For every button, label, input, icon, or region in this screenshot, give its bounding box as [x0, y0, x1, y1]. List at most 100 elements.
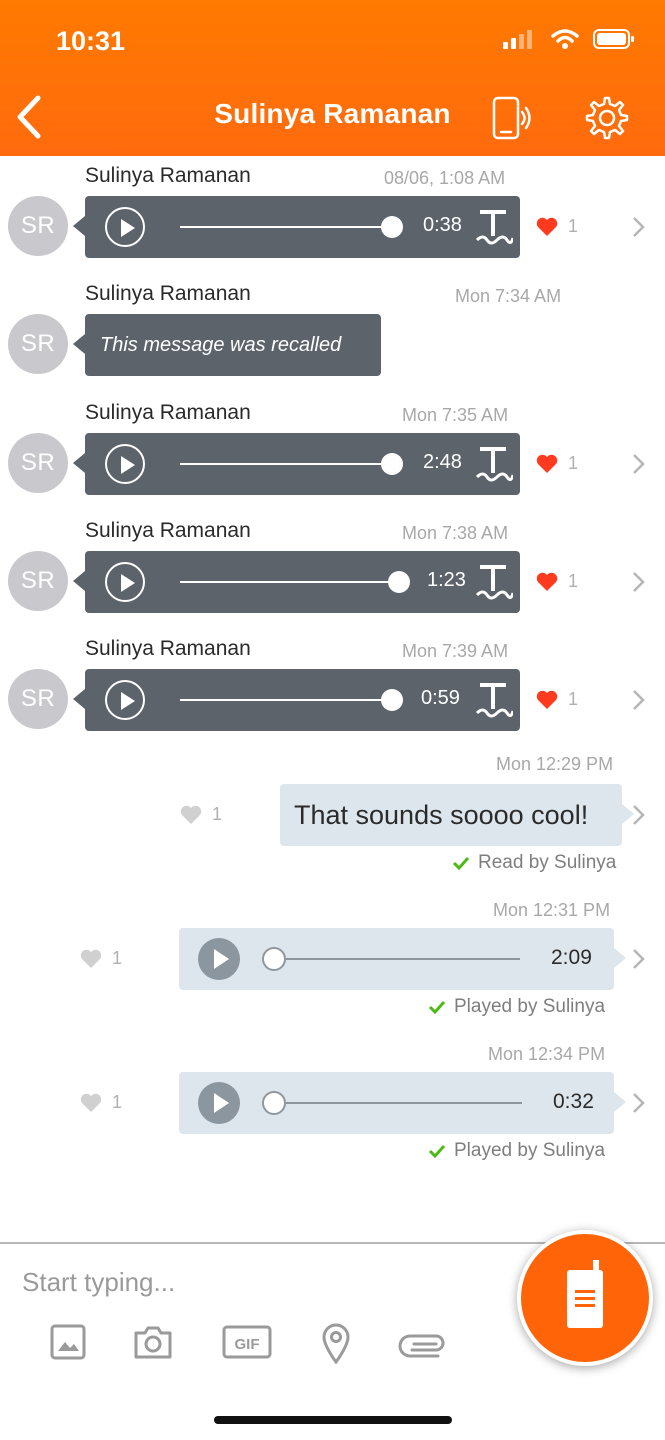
voice-message-bubble[interactable]: 0:38	[73, 196, 520, 258]
voice-message-bubble[interactable]: 0:59	[73, 669, 520, 731]
like-button[interactable]: 1	[536, 689, 578, 710]
sender-name: Sulinya Ramanan	[85, 401, 251, 424]
like-button[interactable]: 1	[80, 948, 122, 969]
chevron-right-icon[interactable]	[632, 948, 646, 970]
transcribe-icon[interactable]	[475, 563, 513, 603]
transcribe-icon[interactable]	[475, 445, 513, 485]
walkie-talkie-button[interactable]	[517, 1230, 653, 1366]
gif-icon[interactable]: GIF	[222, 1324, 272, 1360]
camera-icon[interactable]	[133, 1324, 173, 1360]
chevron-right-icon[interactable]	[632, 571, 646, 593]
message-text: That sounds soooo cool!	[294, 800, 589, 830]
phone-ringer-icon[interactable]	[490, 96, 534, 142]
playback-track[interactable]	[286, 1102, 522, 1104]
play-button[interactable]	[198, 938, 240, 980]
message-timestamp: Mon 12:29 PM	[496, 754, 614, 774]
voice-duration: 1:23	[427, 569, 466, 591]
playback-track[interactable]	[180, 699, 392, 701]
played-receipt: Played by Sulinya	[428, 1140, 605, 1162]
playback-knob[interactable]	[262, 1091, 286, 1115]
heart-outline-icon	[180, 805, 202, 824]
like-button[interactable]: 1	[536, 571, 578, 592]
text-message-bubble[interactable]: That sounds soooo cool!	[280, 784, 634, 846]
heart-icon	[536, 690, 558, 709]
message-incoming-voice: Sulinya Ramanan 08/06, 1:08 AM SR 0:38 1	[0, 160, 665, 260]
avatar[interactable]: SR	[8, 314, 68, 374]
voice-duration: 0:32	[553, 1090, 594, 1113]
like-button[interactable]: 1	[180, 804, 222, 825]
voice-message-bubble[interactable]: 1:23	[73, 551, 520, 613]
avatar[interactable]: SR	[8, 433, 68, 493]
voice-message-bubble[interactable]: 2:09	[179, 928, 626, 990]
message-incoming-voice: Sulinya Ramanan Mon 7:39 AM SR 0:59 1	[0, 633, 665, 733]
playback-track[interactable]	[180, 226, 392, 228]
play-button[interactable]	[105, 562, 145, 602]
playback-knob[interactable]	[262, 947, 286, 971]
playback-knob[interactable]	[388, 571, 410, 593]
voice-duration: 2:48	[423, 451, 462, 473]
page-title: Sulinya Ramanan	[214, 98, 451, 129]
heart-outline-icon	[80, 949, 102, 968]
avatar[interactable]: SR	[8, 669, 68, 729]
message-outgoing-voice: Mon 12:34 PM 1 0:32 Played by Sulinya	[0, 1040, 665, 1170]
avatar[interactable]: SR	[8, 196, 68, 256]
sender-name: Sulinya Ramanan	[85, 637, 251, 660]
chevron-right-icon[interactable]	[632, 453, 646, 475]
chevron-right-icon[interactable]	[632, 216, 646, 238]
play-button[interactable]	[105, 680, 145, 720]
playback-track[interactable]	[180, 463, 392, 465]
paperclip-attachment-icon[interactable]	[398, 1328, 448, 1358]
app-header: 10:31 Sulinya Ramanan	[0, 0, 665, 156]
battery-icon	[593, 29, 634, 49]
play-button[interactable]	[105, 444, 145, 484]
heart-icon	[536, 572, 558, 591]
playback-knob[interactable]	[381, 689, 403, 711]
message-timestamp: Mon 7:34 AM	[455, 286, 562, 306]
message-timestamp: 08/06, 1:08 AM	[384, 168, 506, 188]
heart-outline-icon	[80, 1093, 102, 1112]
sender-name: Sulinya Ramanan	[85, 282, 251, 305]
message-incoming-voice: Sulinya Ramanan Mon 7:35 AM SR 2:48 1	[0, 397, 665, 497]
playback-track[interactable]	[286, 958, 520, 960]
play-button[interactable]	[105, 207, 145, 247]
gear-icon[interactable]	[584, 95, 630, 141]
chevron-right-icon[interactable]	[632, 1092, 646, 1114]
image-icon[interactable]	[50, 1324, 86, 1360]
playback-track[interactable]	[180, 581, 400, 583]
wifi-icon	[551, 29, 579, 49]
voice-duration: 0:59	[421, 687, 460, 709]
play-button[interactable]	[198, 1082, 240, 1124]
playback-knob[interactable]	[381, 216, 403, 238]
status-icons	[503, 28, 635, 50]
played-receipt-text: Played by Sulinya	[454, 996, 606, 1017]
voice-message-bubble[interactable]: 0:32	[179, 1072, 626, 1134]
cellular-signal-icon	[503, 30, 532, 49]
recalled-message-bubble[interactable]: This message was recalled	[73, 314, 381, 376]
playback-knob[interactable]	[381, 453, 403, 475]
svg-text:GIF: GIF	[235, 1336, 260, 1353]
message-input[interactable]	[22, 1262, 492, 1302]
played-receipt: Played by Sulinya	[428, 996, 605, 1018]
like-button[interactable]: 1	[536, 216, 578, 237]
heart-icon	[536, 454, 558, 473]
chevron-right-icon[interactable]	[632, 804, 646, 826]
message-outgoing-text: Mon 12:29 PM 1 That sounds soooo cool! R…	[0, 750, 665, 880]
checkmark-icon	[452, 856, 470, 870]
like-count: 1	[568, 216, 579, 236]
heart-icon	[536, 217, 558, 236]
checkmark-icon	[428, 1144, 446, 1158]
voice-duration: 0:38	[423, 214, 462, 236]
transcribe-icon[interactable]	[475, 681, 513, 721]
voice-message-bubble[interactable]: 2:48	[73, 433, 520, 495]
transcribe-icon[interactable]	[475, 208, 513, 248]
message-timestamp: Mon 12:34 PM	[488, 1044, 606, 1064]
message-incoming-recalled: Sulinya Ramanan Mon 7:34 AM SR This mess…	[0, 278, 665, 378]
like-button[interactable]: 1	[536, 453, 578, 474]
like-button[interactable]: 1	[80, 1092, 122, 1113]
location-pin-icon[interactable]	[321, 1322, 351, 1364]
status-time: 10:31	[56, 26, 126, 56]
like-count: 1	[112, 1092, 123, 1112]
checkmark-icon	[428, 1000, 446, 1014]
avatar[interactable]: SR	[8, 551, 68, 611]
chevron-right-icon[interactable]	[632, 689, 646, 711]
